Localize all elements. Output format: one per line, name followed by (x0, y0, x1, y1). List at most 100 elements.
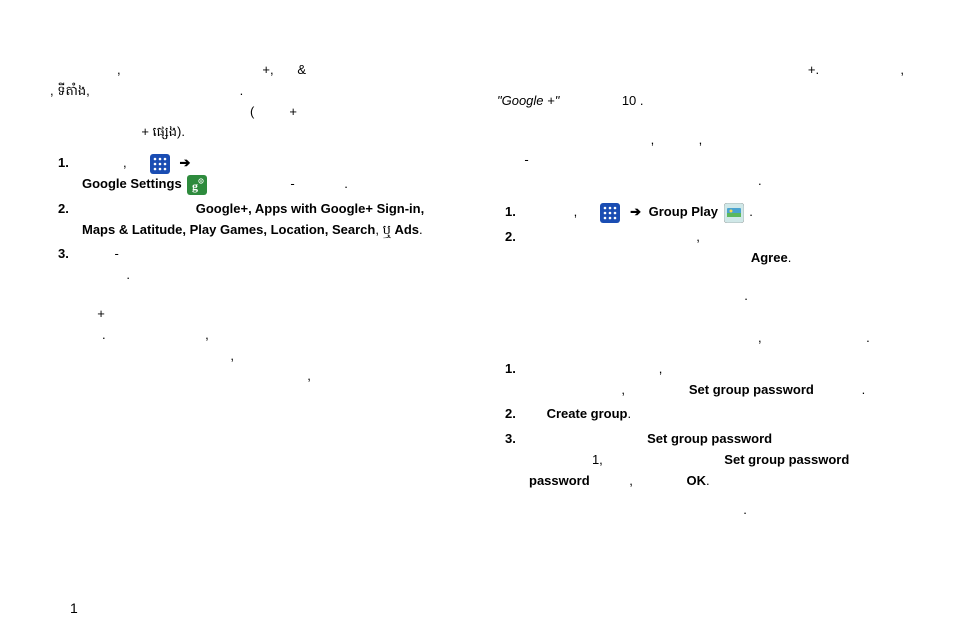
text: . (627, 406, 631, 421)
text: . (344, 176, 348, 191)
ads-label: Ads (394, 222, 419, 237)
list-item-r2: 2. សម្រាប់ការប្រើប្រាស់ការកំណត់អំពី , សូ… (497, 227, 904, 269)
list-item-1: 1. ពីអេក្រង់, ប៉ះ ➔ Google Settings g រួ… (50, 153, 457, 195)
intro-paragraph: ការកំណត់នេះ, អ្នកអាចប្រើប្រាស់ ការកំណត់ … (50, 60, 457, 143)
document-page: ការកំណត់នេះ, អ្នកអាចប្រើប្រាស់ ការកំណត់ … (0, 0, 954, 550)
text: ( (50, 104, 254, 119)
list-item-3: 3. ធ្វើការ - សម្រាប់ការកំណត់ ដែលអ្នកចង់ … (50, 244, 457, 286)
text: . (126, 267, 130, 282)
text: , (629, 473, 633, 488)
text: . (866, 330, 870, 345)
google-plus-ref: "Google +" ទៅទំព័រ 10 10 . (497, 91, 904, 112)
list-body: ធ្វើការ - សម្រាប់ការកំណត់ ដែលអ្នកចង់ ផ្ល… (82, 244, 457, 286)
set-group-label: Set group password (724, 452, 849, 467)
text: + (97, 306, 105, 321)
text: , (123, 155, 127, 170)
text: +, (262, 62, 273, 77)
google-settings-icon: g (187, 175, 207, 195)
agree-button-label: Agree (751, 250, 788, 265)
group-play-icon (724, 203, 744, 223)
text: , (699, 132, 703, 147)
apps-signin-label: , Apps with Google+ Sign-in (248, 201, 421, 216)
list-item-r1: 1. ពីអេក្រង់ , ប៉ះ ➔ Group Play . (497, 202, 904, 223)
text: , (205, 327, 209, 342)
text: - (115, 246, 119, 261)
list-number: 1. (50, 153, 82, 174)
list-item-rb3: 3. ប្រសិនបើអ្នក ជ្រើសរើស Set group passw… (497, 429, 904, 491)
text: . (743, 502, 747, 517)
text: . (240, 83, 244, 98)
apps-grid-icon (150, 154, 170, 174)
text: . (706, 473, 710, 488)
text: +. (808, 62, 819, 77)
password-label: password (529, 473, 590, 488)
page-number: 1 (70, 600, 78, 616)
text: , (307, 368, 311, 383)
list-body: ពីអេក្រង់ , ប៉ះ ➔ Group Play . (529, 202, 904, 223)
text: . (102, 327, 106, 342)
ordered-list-left: 1. ពីអេក្រង់, ប៉ះ ➔ Google Settings g រួ… (50, 153, 457, 286)
list-item-rb2: 2. ប៉ះ Create group. (497, 404, 904, 425)
text: & (297, 62, 306, 77)
text: . (640, 93, 644, 108)
create-group-section: បង្កើត ក្រុមលេង មួយ លើ ឧបករណ៍ របស់អ្នក ដ… (497, 286, 904, 348)
text: , (696, 229, 700, 244)
list-item-2: 2. ស្វែងរក និង កែសម្រួល Google+, Apps wi… (50, 199, 457, 241)
text: . (744, 288, 748, 303)
set-group-password-label: Set group password (689, 382, 814, 397)
group-play-label: Group Play (649, 204, 718, 219)
google-plus-label: Google+ (196, 201, 248, 216)
set-group-password-label: Set group password (647, 431, 772, 446)
text: , (900, 62, 904, 77)
text: , (230, 348, 234, 363)
arrow-right-icon: ➔ (630, 204, 641, 219)
text: , (117, 62, 121, 77)
list-number: 2. (497, 404, 529, 425)
list-body: ប្រសិនបើអ្នក ជ្រើសរើស Set group password… (529, 429, 904, 491)
ordered-list-right-a: 1. ពីអេក្រង់ , ប៉ះ ➔ Group Play . (497, 202, 904, 268)
text: , ឬ (375, 222, 390, 237)
text: . (758, 173, 762, 188)
left-column: ការកំណត់នេះ, អ្នកអាចប្រើប្រាស់ ការកំណត់ … (50, 60, 457, 530)
list-number: 2. (497, 227, 529, 248)
text: , ទីតាំង, (50, 83, 90, 98)
create-group-label: Create group (547, 406, 628, 421)
text: , (621, 382, 625, 397)
list-number: 1. (497, 359, 529, 380)
svg-text:g: g (192, 179, 198, 193)
location-label: , Location (263, 222, 324, 237)
text: . (862, 382, 866, 397)
text: - (524, 152, 528, 167)
group-play-intro: ចែករំលែក ចំណងជើង, រូបភាព, , ឯកសារ , , និ… (497, 130, 904, 192)
text: , (659, 361, 663, 376)
text: - (290, 176, 294, 191)
google-plus-section: គណនី + + ជាដំបូង + ជាដំបូង + . . ទាក់ទងប… (50, 304, 457, 387)
text: + (289, 104, 297, 119)
list-number: 2. (50, 199, 82, 220)
text: . (749, 204, 753, 219)
text: + ផ្សេង). (141, 124, 185, 139)
ordered-list-right-b: 1. មុនពេល បង្កើត ក្រុម លេង , អាច កំណត់ ព… (497, 359, 904, 492)
list-number: 3. (497, 429, 529, 450)
text: , (651, 132, 655, 147)
list-body: ពីអេក្រង់, ប៉ះ ➔ Google Settings g រួចហើ… (82, 153, 457, 195)
list-number: 3. (50, 244, 82, 265)
text: . (419, 222, 423, 237)
arrow-right-icon: ➔ (179, 155, 190, 170)
page-ref-number: 10 (622, 93, 636, 108)
text: 1, (592, 452, 603, 467)
play-games-label: , Play Games (182, 222, 263, 237)
text: , (758, 330, 762, 345)
list-number: 1. (497, 202, 529, 223)
top-line-1: ការចែករំលែក ជាមួយ +. សម្រាប់ព័ត៌មាន , (497, 60, 904, 81)
apps-grid-icon (600, 203, 620, 223)
right-column: ការចែករំលែក ជាមួយ +. សម្រាប់ព័ត៌មាន , "G… (497, 60, 904, 530)
list-body: សម្រាប់ការប្រើប្រាស់ការកំណត់អំពី , សូមអា… (529, 227, 904, 269)
list-body: មុនពេល បង្កើត ក្រុម លេង , អាច កំណត់ ពាក្… (529, 359, 904, 401)
ok-button-label: OK (687, 473, 707, 488)
list-body: ស្វែងរក និង កែសម្រួល Google+, Apps with … (82, 199, 457, 241)
text: , (574, 204, 578, 219)
google-settings-label: Google Settings (82, 176, 182, 191)
footer-text: ការកំណត់ ទូរស័ព្ទ . (497, 500, 904, 521)
google-plus-quote: "Google +" (497, 93, 559, 108)
